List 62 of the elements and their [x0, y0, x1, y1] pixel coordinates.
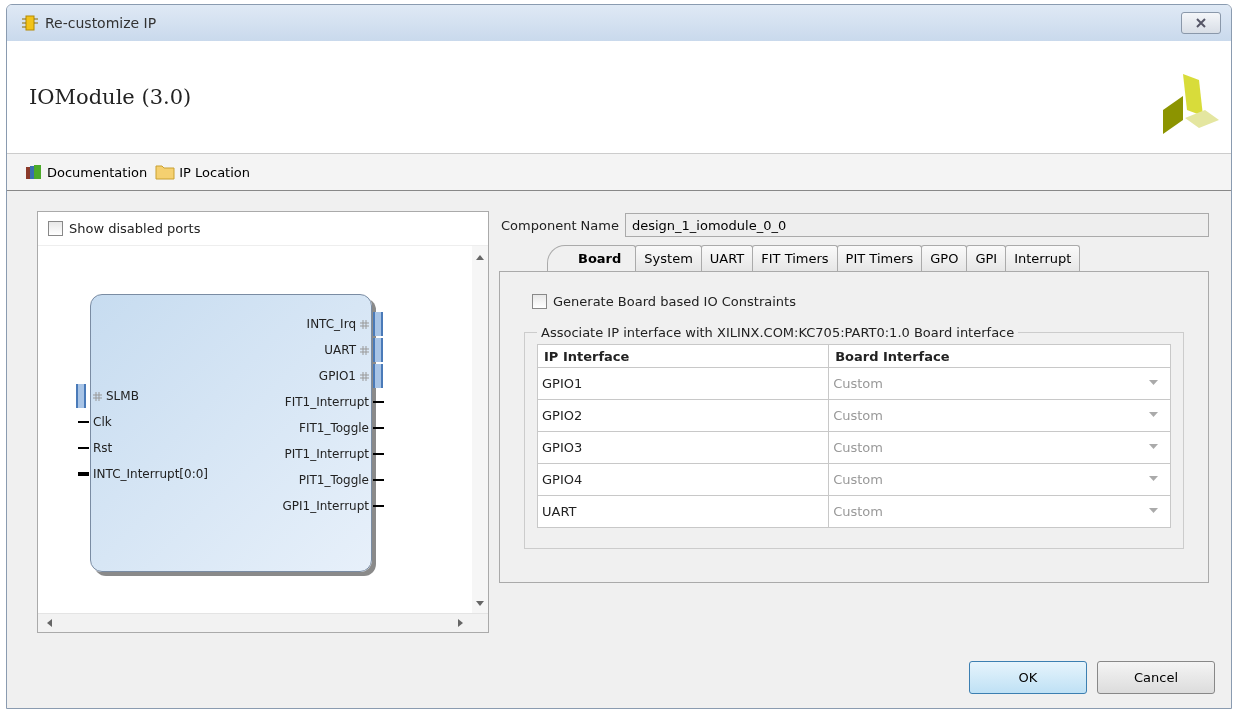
down-arrow-icon[interactable] [476, 601, 484, 607]
up-arrow-icon[interactable] [476, 254, 484, 260]
caret-icon [1149, 476, 1158, 481]
port-label: PIT1_Toggle [298, 473, 370, 487]
port-pin [78, 472, 89, 476]
close-button[interactable] [1181, 12, 1221, 34]
table-cell: UART [537, 495, 829, 528]
port-label: SLMB [105, 389, 139, 403]
bus-icon [93, 391, 102, 401]
port-pin [76, 384, 86, 408]
cancel-button[interactable]: Cancel [1097, 660, 1215, 694]
tab[interactable]: UART [700, 245, 754, 271]
port-label: GPIO1 [318, 369, 357, 383]
group-title: Associate IP interface with XILINX.COM:KC705:PART0:1.0 Board interface [540, 325, 1016, 340]
port-pin [373, 364, 383, 388]
horizontal-scrollbar[interactable] [38, 613, 488, 632]
generate-constraints-checkbox[interactable]: Generate Board based IO Constraints [524, 286, 1184, 317]
port-label: UART [324, 343, 357, 357]
vertical-scrollbar[interactable] [472, 246, 488, 613]
port-label: GPI1_Interrupt [282, 499, 370, 513]
port-label: FIT1_Interrupt [284, 395, 370, 409]
tab[interactable]: System [635, 245, 702, 271]
port-pin [373, 312, 383, 336]
books-icon [25, 164, 43, 180]
table-cell: GPIO1 [537, 367, 829, 400]
documentation-button[interactable]: Documentation [23, 162, 150, 182]
close-icon [1195, 18, 1207, 28]
tab[interactable]: Interrupt [1005, 245, 1081, 271]
tab[interactable]: Board [547, 245, 637, 271]
column-header: Board Interface [828, 344, 1171, 368]
caret-icon [1149, 444, 1158, 449]
ok-button[interactable]: OK [969, 660, 1087, 694]
table-cell: GPIO2 [537, 399, 829, 432]
tab[interactable]: GPO [921, 245, 968, 271]
port-label: PIT1_Interrupt [284, 447, 370, 461]
folder-icon [155, 164, 176, 180]
caret-icon [1149, 380, 1158, 385]
bus-icon [360, 371, 369, 381]
table-cell: GPIO4 [537, 463, 829, 496]
right-arrow-icon[interactable] [458, 619, 464, 627]
tab[interactable]: GPI [966, 245, 1007, 271]
port-label: FIT1_Toggle [299, 421, 370, 435]
table-cell: GPIO3 [537, 431, 829, 464]
left-arrow-icon[interactable] [46, 619, 52, 627]
port-label: INTC_Interrupt[0:0] [92, 467, 208, 481]
caret-icon [1149, 412, 1158, 417]
tab[interactable]: FIT Timers [752, 245, 838, 271]
column-header: IP Interface [537, 344, 829, 368]
component-name-field[interactable]: design_1_iomodule_0_0 [624, 213, 1209, 237]
component-name-label: Component Name [501, 217, 619, 233]
caret-icon [1149, 508, 1158, 513]
bus-icon [360, 345, 369, 355]
port-label: INTC_Irq [306, 317, 357, 331]
header-title: IOModule (3.0) [29, 85, 192, 109]
port-label: Rst [92, 441, 113, 455]
tab[interactable]: PIT Timers [836, 245, 923, 271]
window-title: Re-customize IP [45, 15, 158, 31]
port-label: Clk [92, 415, 112, 429]
ip-location-button[interactable]: IP Location [153, 162, 252, 182]
port-pin [373, 338, 383, 362]
bus-icon [360, 319, 369, 329]
chip-icon [21, 14, 39, 32]
